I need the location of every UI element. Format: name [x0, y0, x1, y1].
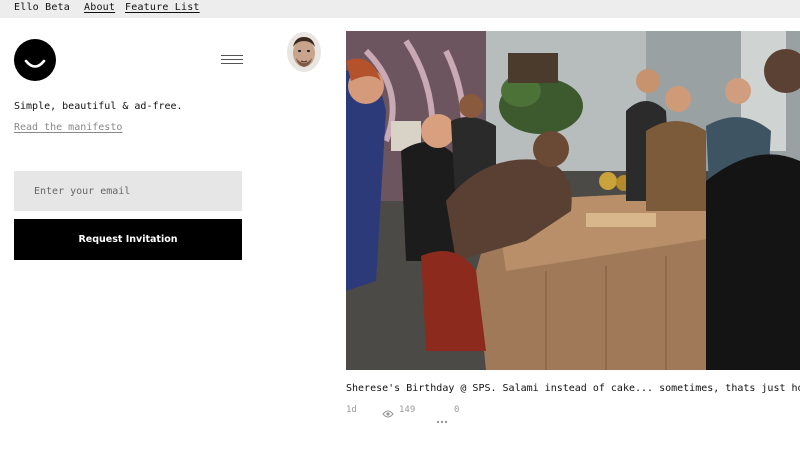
hamburger-menu-icon[interactable]: [221, 55, 243, 65]
top-nav-bar: Ello Beta About Feature List: [0, 0, 800, 18]
manifesto-link[interactable]: Read the manifesto: [14, 122, 122, 133]
request-invitation-button[interactable]: Request Invitation: [14, 219, 242, 260]
comment-count: 0: [454, 405, 460, 415]
post-photo[interactable]: [346, 31, 800, 370]
feature-list-link[interactable]: Feature List: [125, 2, 200, 14]
tagline: Simple, beautiful & ad-free.: [14, 101, 183, 112]
ellipsis-icon[interactable]: [436, 409, 448, 428]
view-count: 149: [399, 405, 416, 415]
email-input[interactable]: [14, 171, 242, 211]
post-caption: Sherese's Birthday @ SPS. Salami instead…: [346, 383, 800, 394]
ello-logo-icon[interactable]: [14, 39, 56, 81]
user-avatar[interactable]: [287, 32, 321, 72]
eye-icon[interactable]: [382, 404, 394, 423]
about-link[interactable]: About: [84, 2, 115, 14]
brand-label[interactable]: Ello Beta: [14, 2, 70, 14]
post-age: 1d: [346, 405, 357, 415]
